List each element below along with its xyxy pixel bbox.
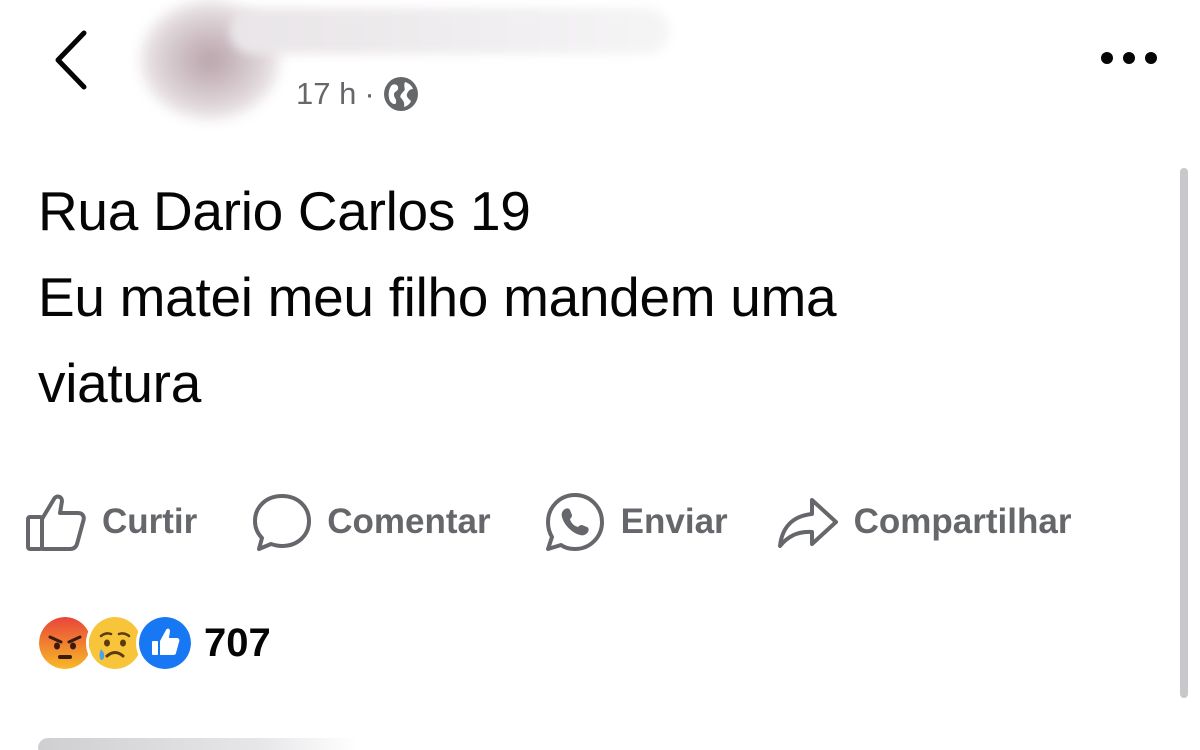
- send-whatsapp-button[interactable]: Enviar: [543, 490, 728, 554]
- next-content-cutoff: [38, 738, 358, 750]
- chevron-left-icon: [55, 30, 87, 90]
- back-button[interactable]: [40, 22, 104, 98]
- meta-separator: ·: [364, 76, 375, 111]
- reaction-icons: [36, 614, 194, 672]
- share-label: Compartilhar: [853, 502, 1072, 541]
- more-options-button[interactable]: [1094, 36, 1164, 80]
- post-time[interactable]: 17 h: [296, 76, 356, 112]
- comment-button[interactable]: Comentar: [251, 491, 491, 553]
- post-body: Rua Dario Carlos 19 Eu matei meu filho m…: [38, 168, 1148, 426]
- more-horizontal-icon: [1101, 52, 1157, 64]
- share-button[interactable]: Compartilhar: [776, 494, 1072, 550]
- comment-label: Comentar: [327, 502, 491, 541]
- comment-bubble-icon: [253, 494, 312, 551]
- reactions-summary[interactable]: 707: [36, 614, 271, 672]
- author-name-redacted[interactable]: [230, 8, 670, 54]
- action-bar: Curtir Comentar Enviar Compartilhar: [24, 486, 1184, 558]
- like-reaction-icon: [136, 614, 194, 672]
- scrollbar[interactable]: [1180, 168, 1188, 698]
- thumbs-up-icon: [26, 494, 86, 551]
- like-label: Curtir: [102, 502, 198, 541]
- whatsapp-icon: [545, 493, 604, 551]
- post-line: viatura: [38, 352, 201, 414]
- post-line: Eu matei meu filho mandem uma: [38, 266, 837, 328]
- send-label: Enviar: [620, 502, 728, 541]
- reaction-count: 707: [204, 620, 271, 665]
- post-line: Rua Dario Carlos 19: [38, 180, 531, 242]
- share-arrow-icon: [777, 498, 838, 548]
- post-screen: 17 h · Rua Dario Carlos 19 Eu matei meu …: [0, 0, 1200, 750]
- post-meta: 17 h ·: [296, 76, 419, 112]
- like-button[interactable]: Curtir: [24, 491, 197, 553]
- globe-icon: [383, 77, 418, 111]
